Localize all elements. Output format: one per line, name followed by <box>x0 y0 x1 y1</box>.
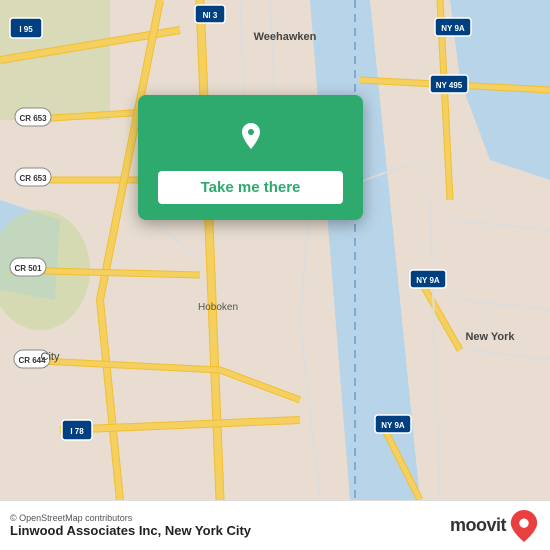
map-container: I 95 NI 3 CR 653 CR 653 CR 6 NY 9A NY 49… <box>0 0 550 500</box>
svg-text:New York: New York <box>465 331 515 343</box>
svg-text:City: City <box>41 351 60 363</box>
svg-text:NY 495: NY 495 <box>436 81 463 90</box>
bottom-bar: © OpenStreetMap contributors Linwood Ass… <box>0 500 550 550</box>
svg-text:CR 653: CR 653 <box>19 114 47 123</box>
moovit-text: moovit <box>450 515 506 536</box>
take-me-there-button[interactable]: Take me there <box>158 171 343 204</box>
location-pin-icon <box>228 113 274 159</box>
svg-text:NY 9A: NY 9A <box>381 421 405 430</box>
moovit-pin-icon <box>510 510 538 542</box>
bottom-left: © OpenStreetMap contributors Linwood Ass… <box>10 513 251 538</box>
popup-card: Take me there <box>138 95 363 220</box>
svg-text:NI 3: NI 3 <box>203 11 218 20</box>
svg-text:I 78: I 78 <box>70 427 84 436</box>
svg-text:I 95: I 95 <box>19 25 33 34</box>
svg-text:CR 653: CR 653 <box>19 174 47 183</box>
svg-text:NY 9A: NY 9A <box>441 24 465 33</box>
svg-text:Hoboken: Hoboken <box>198 302 238 313</box>
moovit-logo: moovit <box>450 510 538 542</box>
map-svg: I 95 NI 3 CR 653 CR 653 CR 6 NY 9A NY 49… <box>0 0 550 500</box>
attribution-text: © OpenStreetMap contributors <box>10 513 251 523</box>
svg-text:NY 9A: NY 9A <box>416 276 440 285</box>
svg-text:CR 501: CR 501 <box>14 264 42 273</box>
svg-text:Weehawken: Weehawken <box>254 31 317 43</box>
location-name: Linwood Associates Inc, New York City <box>10 523 251 538</box>
